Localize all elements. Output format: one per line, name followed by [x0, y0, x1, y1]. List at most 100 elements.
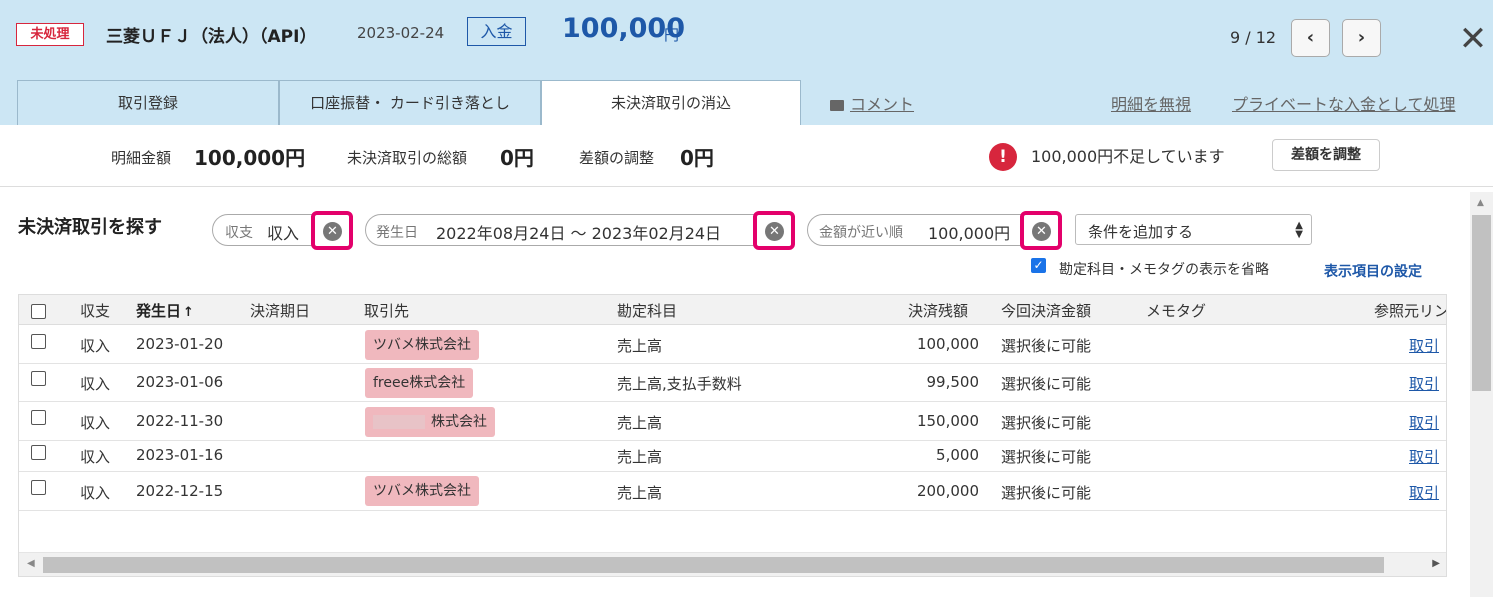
detail-amount-value: 100,000円	[194, 146, 306, 170]
table-row[interactable]: 収入 2023-01-20 ツバメ株式会社 売上高 100,000 選択後に可能…	[19, 326, 1446, 364]
tab-transfer-card[interactable]: 口座振替・ カード引き落とし	[279, 80, 541, 125]
filter-chip-date[interactable]: 発生日 2022年08月24日 〜 2023年02月24日	[365, 214, 795, 246]
clear-filter-amount-button[interactable]: ✕	[1020, 211, 1062, 250]
cell-balance: 150,000	[916, 412, 979, 430]
redacted-block	[373, 415, 425, 429]
scrollbar-thumb[interactable]	[1472, 215, 1491, 391]
cell-account: 売上高	[617, 414, 663, 432]
comment-link[interactable]: コメント	[830, 91, 914, 115]
cell-balance: 200,000	[916, 482, 979, 500]
warning-icon: !	[989, 143, 1017, 171]
column-partner[interactable]: 取引先	[364, 300, 409, 321]
comment-label: コメント	[850, 95, 915, 114]
partner-tag: 株式会社	[365, 407, 495, 437]
table-row[interactable]: 収入 2022-11-30 株式会社 売上高 150,000 選択後に可能 取引	[19, 402, 1446, 441]
cell-date: 2022-11-30	[136, 412, 224, 430]
table-row[interactable]: 収入 2023-01-16 売上高 5,000 選択後に可能 取引	[19, 441, 1446, 472]
cell-current-amount: 選択後に可能	[1001, 375, 1092, 393]
reference-link[interactable]: 取引	[1409, 335, 1439, 356]
chevron-right-icon: ›	[1357, 27, 1366, 48]
next-button[interactable]: ›	[1342, 19, 1381, 57]
scroll-right-icon[interactable]: ▶	[1432, 558, 1440, 569]
scrollbar-thumb[interactable]	[43, 557, 1384, 573]
cell-type: 収入	[80, 375, 111, 393]
row-checkbox[interactable]	[31, 480, 46, 495]
private-deposit-link[interactable]: プライベートな入金として処理	[1232, 91, 1456, 115]
unsettled-total-label: 未決済取引の総額	[347, 149, 468, 167]
column-memo-tag[interactable]: メモタグ	[1146, 300, 1206, 321]
cell-date: 2022-12-15	[136, 482, 224, 500]
reference-link[interactable]: 取引	[1409, 373, 1439, 394]
bank-account-name: 三菱ＵＦＪ（法人）（API）	[106, 27, 317, 47]
vertical-scrollbar[interactable]: ▲	[1470, 192, 1493, 597]
clear-filter-date-button[interactable]: ✕	[753, 211, 795, 250]
row-checkbox[interactable]	[31, 445, 46, 460]
chip-label: 発生日	[376, 225, 418, 241]
cell-account: 売上高	[617, 484, 663, 502]
cell-current-amount: 選択後に可能	[1001, 448, 1092, 466]
chip-label: 金額が近い順	[819, 225, 903, 241]
reference-link[interactable]: 取引	[1409, 482, 1439, 503]
chevron-left-icon: ‹	[1306, 27, 1315, 48]
chip-label: 収支	[225, 225, 253, 241]
unsettled-transactions-table: 収支 発生日 ↑ 決済期日 取引先 勘定科目 決済残額 今回決済金額 メモタグ 参…	[18, 294, 1447, 577]
cell-current-amount: 選択後に可能	[1001, 414, 1092, 432]
ignore-detail-link[interactable]: 明細を無視	[1111, 91, 1191, 115]
unsettled-total-value: 0円	[500, 146, 534, 170]
adjust-difference-button[interactable]: 差額を調整	[1272, 139, 1380, 171]
cell-type: 収入	[80, 448, 111, 466]
add-condition-select[interactable]: 条件を追加する ▲ ▼	[1075, 214, 1312, 245]
chip-value: 収入	[267, 224, 300, 243]
difference-label: 差額の調整	[579, 149, 655, 167]
table-row[interactable]: 収入 2022-12-15 ツバメ株式会社 売上高 200,000 選択後に可能…	[19, 472, 1446, 511]
cell-balance: 99,500	[926, 373, 980, 391]
shortage-warning: 100,000円不足しています	[1031, 147, 1225, 166]
clear-filter-type-button[interactable]: ✕	[311, 211, 353, 250]
partner-tag-label: 株式会社	[431, 414, 487, 430]
cell-balance: 100,000	[916, 335, 979, 353]
column-date[interactable]: 発生日 ↑	[136, 300, 194, 321]
select-arrows-icon: ▲ ▼	[1295, 220, 1303, 240]
column-account[interactable]: 勘定科目	[617, 300, 677, 321]
cell-account: 売上高	[617, 337, 663, 355]
tab-unsettled-clearing[interactable]: 未決済取引の消込	[541, 80, 801, 125]
column-date-label: 発生日	[136, 302, 182, 320]
column-balance[interactable]: 決済残額	[908, 300, 968, 321]
cell-current-amount: 選択後に可能	[1001, 337, 1092, 355]
column-type[interactable]: 収支	[80, 300, 110, 321]
chip-value: 100,000円	[928, 224, 1011, 243]
omit-account-memo-checkbox[interactable]: ✓	[1031, 258, 1046, 273]
transaction-header: 未処理 三菱ＵＦＪ（法人）（API） 2023-02-24 入金 100,000…	[0, 0, 1493, 125]
row-checkbox[interactable]	[31, 334, 46, 349]
summary-bar: 明細金額 100,000円 未決済取引の総額 0円 差額の調整 0円	[0, 125, 1493, 187]
cell-date: 2023-01-16	[136, 446, 224, 464]
sort-asc-icon: ↑	[183, 305, 194, 320]
row-checkbox[interactable]	[31, 410, 46, 425]
detail-amount-label: 明細金額	[111, 149, 172, 167]
scroll-up-icon[interactable]: ▲	[1477, 198, 1484, 208]
display-settings-link[interactable]: 表示項目の設定	[1324, 261, 1422, 281]
reference-link[interactable]: 取引	[1409, 446, 1439, 467]
status-badge: 未処理	[16, 23, 84, 46]
row-checkbox[interactable]	[31, 371, 46, 386]
previous-button[interactable]: ‹	[1291, 19, 1330, 57]
partner-tag: ツバメ株式会社	[365, 476, 479, 506]
tab-register-transaction[interactable]: 取引登録	[17, 80, 279, 125]
column-reference[interactable]: 参照元リン	[1374, 300, 1446, 321]
cell-date: 2023-01-20	[136, 335, 224, 353]
close-button[interactable]: ✕	[1458, 22, 1488, 56]
cell-account: 売上高,支払手数料	[617, 375, 742, 393]
column-due-date[interactable]: 決済期日	[250, 300, 310, 321]
search-title: 未決済取引を探す	[18, 217, 162, 238]
table-row[interactable]: 収入 2023-01-06 freee株式会社 売上高,支払手数料 99,500…	[19, 364, 1446, 402]
pager-indicator: 9 / 12	[1230, 28, 1277, 47]
horizontal-scrollbar[interactable]: ◀ ▶	[19, 552, 1446, 576]
omit-account-memo-label: 勘定科目・メモタグの表示を省略	[1059, 262, 1269, 278]
select-all-checkbox[interactable]	[31, 304, 46, 319]
reference-link[interactable]: 取引	[1409, 412, 1439, 433]
transaction-type-badge: 入金	[467, 17, 526, 46]
column-current-amount[interactable]: 今回決済金額	[1001, 300, 1091, 321]
chip-value: 2022年08月24日 〜 2023年02月24日	[436, 224, 722, 243]
scroll-left-icon[interactable]: ◀	[27, 558, 35, 569]
cell-account: 売上高	[617, 448, 663, 466]
